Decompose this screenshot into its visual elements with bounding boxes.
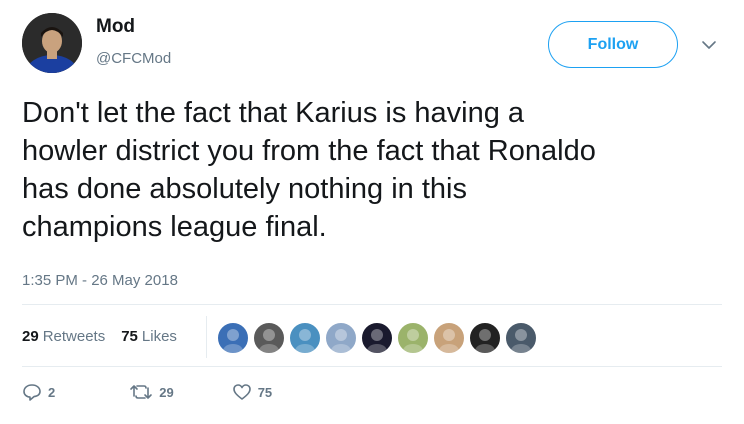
retweet-button[interactable]: 29 <box>129 383 174 401</box>
likes-count: 75 <box>121 328 138 345</box>
retweet-count: 29 <box>159 384 174 400</box>
liker-avatar[interactable] <box>252 321 286 355</box>
user-handle[interactable]: @CFCMod <box>96 50 171 67</box>
liker-avatar[interactable] <box>360 321 394 355</box>
chevron-down-icon[interactable] <box>700 38 718 52</box>
liker-avatar[interactable] <box>324 321 358 355</box>
divider-top <box>22 304 722 305</box>
liker-avatar[interactable] <box>468 321 502 355</box>
retweet-icon <box>130 385 153 399</box>
follow-button[interactable]: Follow <box>548 21 678 68</box>
heart-icon <box>232 384 251 400</box>
liker-avatar[interactable] <box>396 321 430 355</box>
liker-avatar[interactable] <box>432 321 466 355</box>
retweets-count: 29 <box>22 328 39 345</box>
avatar[interactable] <box>22 13 82 73</box>
display-name[interactable]: Mod <box>96 16 135 38</box>
tweet-timestamp[interactable]: 1:35 PM - 26 May 2018 <box>22 272 178 289</box>
retweets-label: Retweets <box>42 328 106 345</box>
liker-avatar[interactable] <box>504 321 538 355</box>
tweet-actions: 2 29 75 <box>22 383 272 401</box>
reply-count: 2 <box>48 384 56 400</box>
likes-stat[interactable]: 75 Likes <box>121 328 177 345</box>
liker-avatar[interactable] <box>216 321 250 355</box>
like-count: 75 <box>257 384 273 400</box>
reply-button[interactable]: 2 <box>22 383 55 401</box>
tweet-stats: 29 Retweets 75 Likes <box>22 328 189 345</box>
stats-separator <box>206 316 207 358</box>
likes-label: Likes <box>141 328 177 345</box>
reply-icon <box>23 384 41 401</box>
liker-avatar[interactable] <box>288 321 322 355</box>
divider-bottom <box>22 366 722 367</box>
like-button[interactable]: 75 <box>232 383 272 401</box>
retweets-stat[interactable]: 29 Retweets <box>22 328 105 345</box>
tweet-text: Don't let the fact that Karius is having… <box>22 97 596 243</box>
